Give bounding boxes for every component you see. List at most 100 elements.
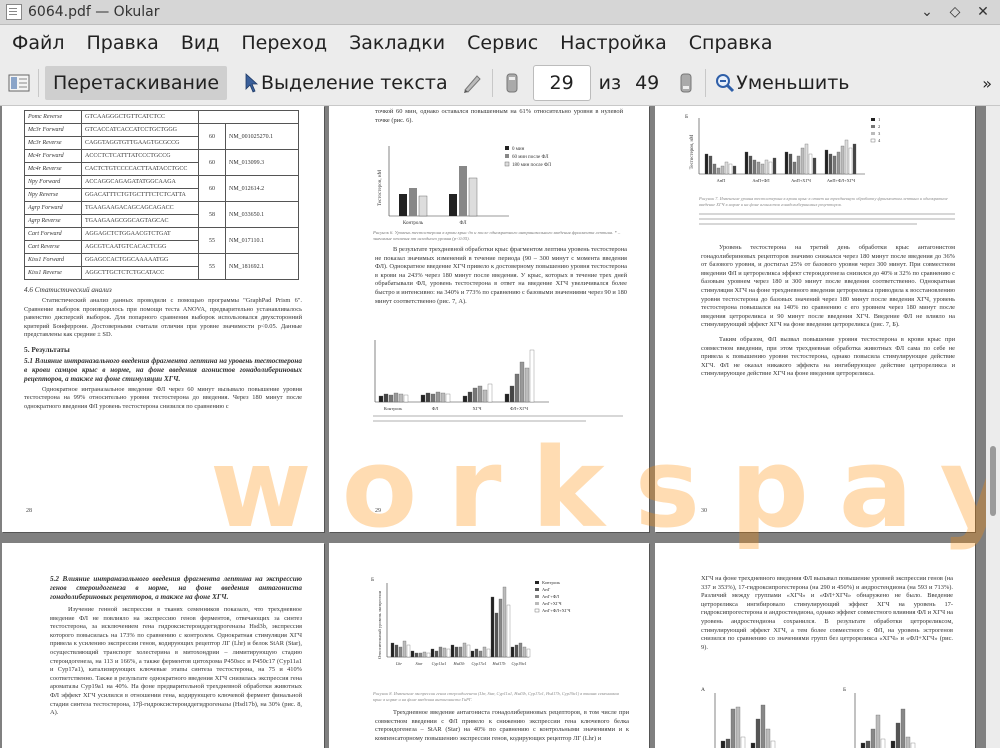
annealing-temp: 60 [198,123,226,150]
bar [910,742,916,748]
bar [724,161,729,175]
bar [449,194,457,216]
primer-sequence: AGCGTCAATGTCACACTCGG [81,240,199,254]
bar [398,393,404,403]
fig8b-gene-label: Star [416,661,423,666]
bar [900,708,906,748]
bar [486,648,491,658]
bar [812,157,817,175]
page30-paragraph-1: Уровень тестостерона на третий день обра… [701,244,955,329]
bar [519,361,525,403]
figure-7b-chart: Б Тестостерон, нМ АнП АнП+ФЛ АнП+ХГЧ АнП… [685,114,881,183]
figure-7a-chart: Контроль ФЛ ХГЧ ФЛ+ХГЧ [374,340,549,411]
cursor-arrow-icon [243,70,261,96]
bar [445,393,451,403]
bar [756,161,761,175]
sidebar-toggle-icon[interactable] [6,70,32,96]
fig7b-legend: 1 [878,117,880,122]
figure-6-chart: Тестостерон, нМ Контроль ФЛ 0 мин 60 мин… [378,146,552,226]
fig7a-group-label: ФЛ [432,406,438,411]
bar [772,157,777,175]
bar [470,650,475,658]
primer-sequence: AGGCTTGCTCTCTGCATACC [81,266,199,280]
main-toolbar: Перетаскивание Выделение текста 29 из 49… [0,61,1000,106]
bar [526,648,531,658]
bar [760,704,766,748]
menu-bookmarks[interactable]: Закладки [337,32,455,54]
bar [522,646,527,658]
maximize-icon[interactable]: ◇ [948,5,962,19]
bar [474,648,479,658]
title-bar: 6064.pdf — Okular ⌄ ◇ ✕ [0,0,1000,25]
fig7b-panel-label: Б [685,114,688,120]
bar [418,195,428,217]
primer-sequence: AGGAGCTCTGGAACGTCTGAT [81,227,199,241]
pdf-page-33: ХГЧ на фоне трехдневного введения ФЛ выз… [655,543,975,748]
bar [760,163,765,175]
bar [478,650,483,658]
primer-sequence: GTCAAGGGCTGTTCATCTCC [81,110,199,124]
fig7b-group-label: АнП+ФЛ [752,178,769,183]
close-icon[interactable]: ✕ [976,5,990,19]
bar [848,147,853,175]
primer-sequence: TGAAGAAGACAGCAGCAGACC [81,201,199,215]
menu-go[interactable]: Переход [229,32,337,54]
primer-name: Mc3r Forward [24,123,82,137]
fig8b-panel-label: Б [371,577,374,583]
toolbar-overflow-icon[interactable]: » [982,74,992,93]
primer-name: Agrp Forward [24,201,82,215]
menu-file[interactable]: Файл [0,32,75,54]
fig8b-gene-label: Lhr [395,661,402,666]
fig8b-gene-label: Hsd3b [453,661,465,666]
page30-paragraph-2: Таким образом, ФЛ вызвал повышение уровн… [701,335,955,378]
fig8b-gene-label: Cyp11a1 [432,661,447,666]
zoom-out-button[interactable]: Уменьшить [712,66,857,100]
primer-name: Npy Forward [24,175,82,189]
figure-9-charts: А Б [701,687,916,748]
bar [506,604,511,658]
menu-edit[interactable]: Правка [75,32,169,54]
bar [860,742,866,748]
bar [418,652,423,658]
zoom-out-icon [714,70,736,96]
browse-tool-button[interactable]: Перетаскивание [45,66,228,100]
bar [768,161,773,175]
bar [410,650,415,658]
page-total: 49 [635,72,660,94]
primer-sequence: ACCCTCTCATTTATCCCTGCCG [81,149,199,163]
menu-view[interactable]: Вид [169,32,230,54]
menu-help[interactable]: Справка [677,32,783,54]
document-view[interactable]: Pomc Reverse GTCAAGGGCTGTTCATCTCC Mc3r For… [0,106,986,748]
fig8b-gene-label: Cyp17a1 [471,661,486,666]
bar [434,650,439,658]
bar [393,392,399,403]
bar [704,153,709,175]
text-select-tool-button[interactable]: Выделение текста [235,66,456,100]
page-number-input[interactable]: 29 [532,65,591,101]
bar [446,648,451,658]
bar [875,714,881,748]
fig8b-legend: АнГ+ХГЧ [542,601,562,606]
bar [494,612,499,658]
menu-tools[interactable]: Сервис [455,32,548,54]
annotation-pen-icon[interactable] [460,70,486,96]
bar [440,392,446,403]
fig6-legend: 180 мин после ФЛ [512,163,552,168]
scrollbar-thumb[interactable] [990,446,996,516]
bar [880,738,886,748]
previous-page-icon[interactable] [499,70,525,96]
bar [740,736,746,748]
bar [870,728,876,748]
next-page-icon[interactable] [673,70,699,96]
chevron-down-icon[interactable]: ⌄ [920,5,934,19]
vertical-scrollbar[interactable] [986,106,1000,748]
bar [504,393,510,403]
section-heading-5-1: 5.1 Влияние интраназального введения фра… [24,356,302,383]
pdf-page-32: Б Относительный уровень экспрессии Lhr St… [329,543,649,748]
primer-name: Pomc Reverse [24,110,82,124]
menu-settings[interactable]: Настройка [548,32,677,54]
bar [402,640,407,658]
table-row: Pomc Reverse GTCAAGGGCTGTTCATCTCC [24,110,299,124]
bar [509,385,515,403]
bar [720,165,725,175]
